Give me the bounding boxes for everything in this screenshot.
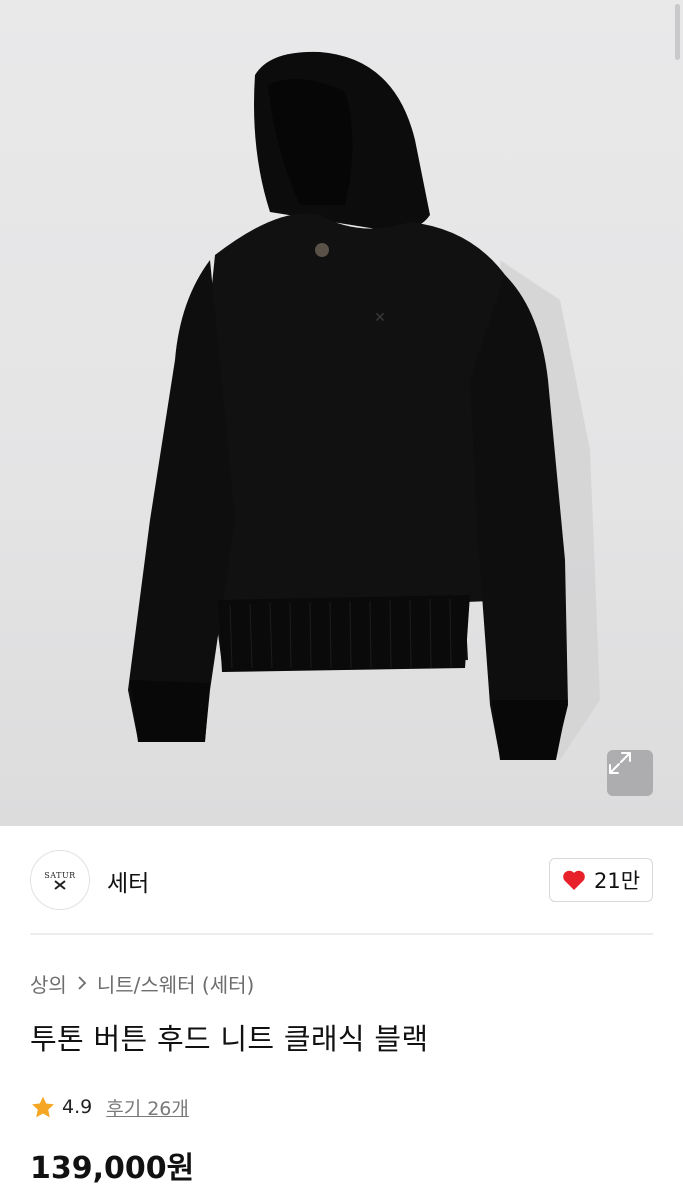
star-icon: [32, 1096, 54, 1117]
like-button[interactable]: 21만: [549, 858, 653, 902]
review-link[interactable]: 후기 26개: [106, 1094, 189, 1121]
expand-arrows-icon: [609, 752, 631, 774]
chevron-right-icon: [78, 976, 87, 990]
product-image-area[interactable]: ✕: [0, 0, 683, 826]
breadcrumb-category[interactable]: 상의: [30, 969, 67, 998]
brand-row: SATUR 세터 21만: [30, 848, 653, 912]
brand-name[interactable]: 세터: [107, 864, 149, 898]
rating-value: 4.9: [62, 1096, 93, 1118]
brand-logo[interactable]: SATUR: [30, 850, 90, 910]
product-title: 투톤 버튼 후드 니트 클래식 블랙: [30, 1022, 429, 1056]
heart-icon: [563, 870, 585, 890]
svg-text:✕: ✕: [374, 310, 386, 326]
brand-logo-mark-icon: [54, 879, 66, 890]
expand-button[interactable]: [607, 750, 653, 796]
product-price: 139,000원: [30, 1151, 195, 1186]
breadcrumb-subcategory[interactable]: 니트/스웨터 (세터): [97, 969, 255, 998]
rating-row: 4.9 후기 26개: [30, 1092, 189, 1122]
scrollbar[interactable]: [675, 4, 680, 60]
breadcrumb: 상의 니트/스웨터 (세터): [30, 968, 254, 998]
brand-logo-text: SATUR: [44, 870, 76, 880]
product-image: ✕: [128, 51, 600, 760]
like-count: 21만: [593, 869, 641, 893]
divider: [30, 933, 653, 935]
